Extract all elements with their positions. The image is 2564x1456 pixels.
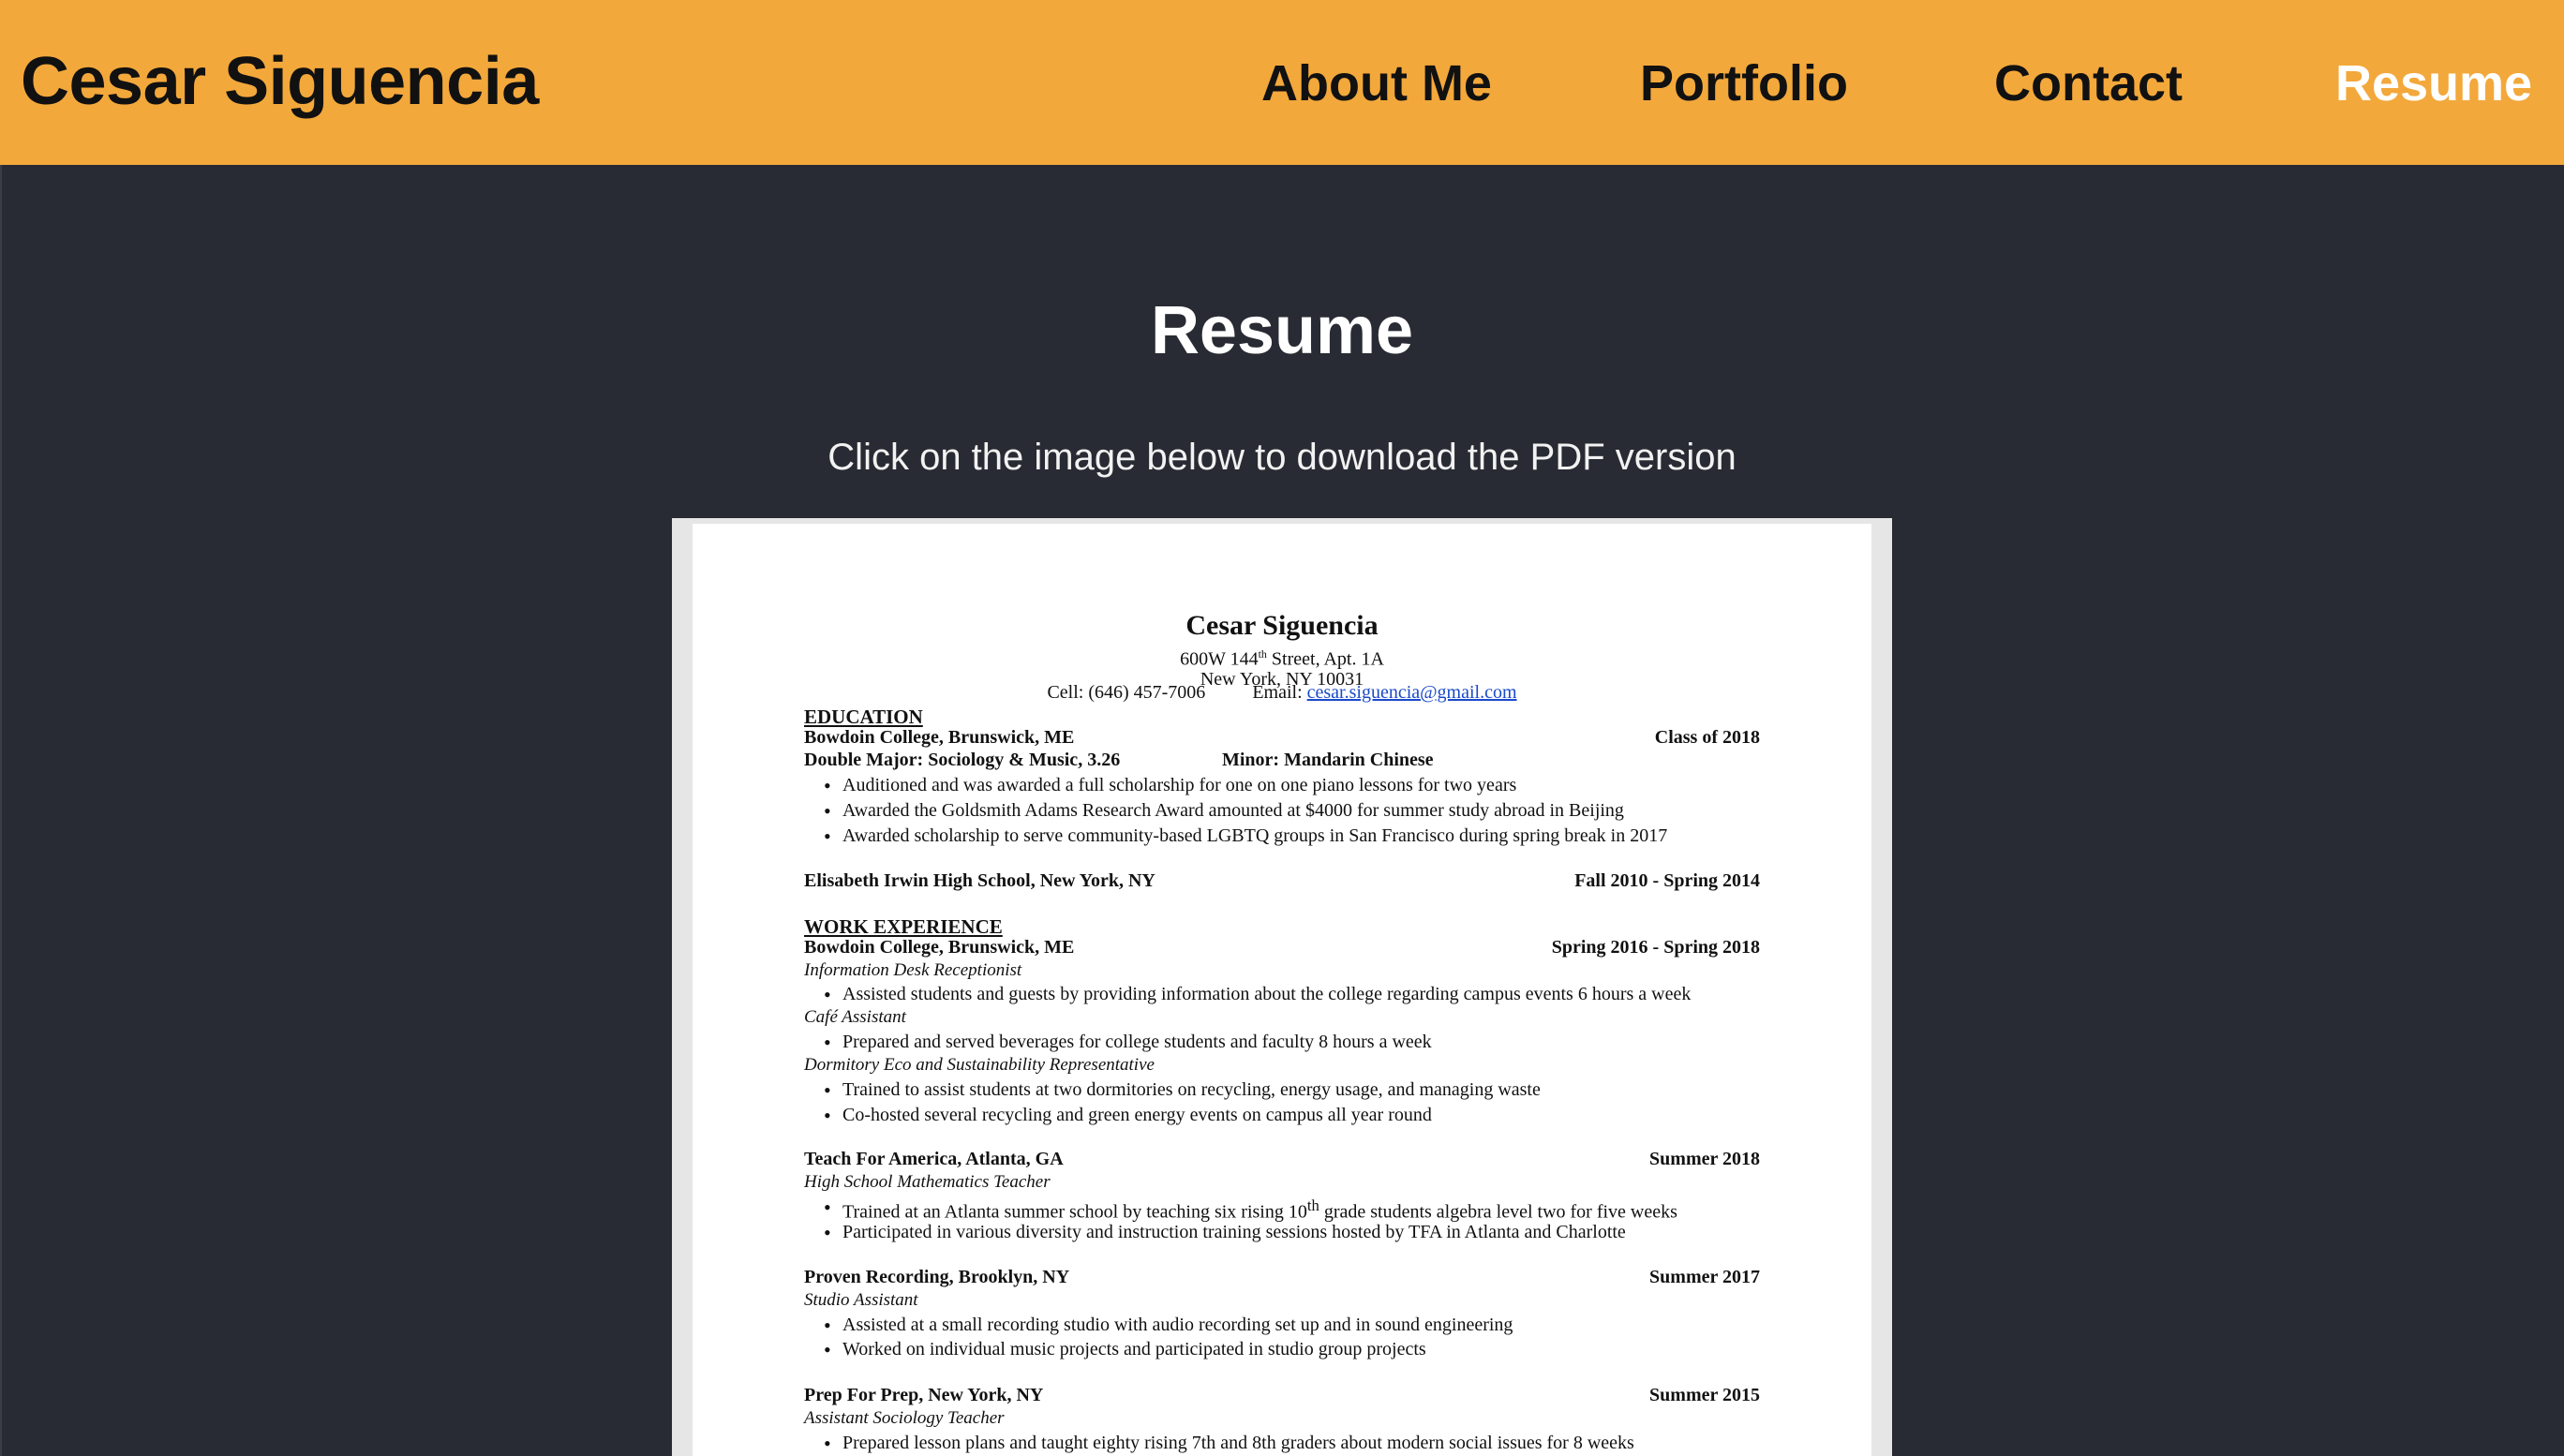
- resume-address-suffix: th: [1258, 647, 1267, 661]
- resume-email-label: Email:: [1252, 682, 1303, 703]
- resume-job2-bullet-suffix: th: [1306, 1196, 1319, 1214]
- resume-address-street: Street, Apt. 1A: [1266, 648, 1384, 670]
- resume-edu2-school: Elisabeth Irwin High School, New York, N…: [804, 870, 1155, 891]
- resume-job2-row: Teach For America, Atlanta, GA Summer 20…: [804, 1149, 1760, 1170]
- resume-job2-bullet: Participated in various diversity and in…: [824, 1221, 1626, 1245]
- resume-job3-row: Proven Recording, Brooklyn, NY Summer 20…: [804, 1267, 1760, 1288]
- resume-cell: Cell: (646) 457-7006: [1047, 682, 1206, 703]
- resume-edu1-major-row: Double Major: Sociology & Music, 3.26 Mi…: [804, 750, 1760, 771]
- resume-job4-role: Assistant Sociology Teacher: [804, 1408, 1005, 1428]
- resume-edu1-bullet: Awarded scholarship to serve community-b…: [824, 825, 1667, 849]
- resume-email-link[interactable]: cesar.siguencia@gmail.com: [1307, 682, 1517, 703]
- resume-job2-org: Teach For America, Atlanta, GA: [804, 1149, 1064, 1169]
- resume-edu1-school: Bowdoin College, Brunswick, ME: [804, 727, 1075, 748]
- nav-link-resume[interactable]: Resume: [2335, 54, 2532, 112]
- resume-job1-role3: Dormitory Eco and Sustainability Represe…: [804, 1055, 1155, 1075]
- resume-job3-org: Proven Recording, Brooklyn, NY: [804, 1267, 1070, 1287]
- resume-edu1-bullet: Awarded the Goldsmith Adams Research Awa…: [824, 799, 1624, 824]
- resume-edu1-major: Double Major: Sociology & Music, 3.26: [804, 750, 1121, 770]
- resume-edu2-row: Elisabeth Irwin High School, New York, N…: [804, 870, 1760, 892]
- resume-contact-line: Cell: (646) 457-7006 Email: cesar.siguenc…: [693, 682, 1871, 704]
- resume-job1-role1: Information Desk Receptionist: [804, 960, 1022, 980]
- resume-job2-bullet: Trained at an Atlanta summer school by t…: [824, 1196, 1677, 1224]
- resume-edu1-minor: Minor: Mandarin Chinese: [1222, 750, 1434, 770]
- resume-address-number: 600W 144: [1180, 648, 1259, 670]
- resume-job2-bullet-text: Trained at an Atlanta summer school by t…: [842, 1201, 1307, 1223]
- resume-education-heading: EDUCATION: [804, 706, 923, 728]
- resume-job2-bullet-text: grade students algebra level two for fiv…: [1319, 1201, 1677, 1223]
- page-title: Resume: [1150, 293, 1414, 368]
- resume-job3-bullet: Worked on individual music projects and …: [824, 1338, 1426, 1362]
- resume-job1-row: Bowdoin College, Brunswick, ME Spring 20…: [804, 937, 1760, 958]
- resume-job3-date: Summer 2017: [1649, 1267, 1760, 1287]
- resume-job4-date: Summer 2015: [1649, 1385, 1760, 1405]
- resume-job1-date: Spring 2016 - Spring 2018: [1551, 937, 1760, 958]
- resume-download-image[interactable]: Cesar Siguencia 600W 144th Street, Apt. …: [672, 518, 1892, 1456]
- nav-link-about-me[interactable]: About Me: [1261, 54, 1492, 112]
- resume-edu1-date: Class of 2018: [1654, 727, 1760, 748]
- nav-link-portfolio[interactable]: Portfolio: [1640, 54, 1848, 112]
- resume-work-heading: WORK EXPERIENCE: [804, 915, 1003, 938]
- resume-job3-bullet: Assisted at a small recording studio wit…: [824, 1314, 1513, 1338]
- resume-edu1-row: Bowdoin College, Brunswick, ME Class of …: [804, 727, 1760, 749]
- page-subtitle: Click on the image below to download the…: [827, 437, 1737, 478]
- resume-job2-role: High School Mathematics Teacher: [804, 1172, 1051, 1192]
- resume-job2-date: Summer 2018: [1649, 1149, 1760, 1169]
- resume-job1-role2: Café Assistant: [804, 1007, 906, 1027]
- resume-job4-row: Prep For Prep, New York, NY Summer 2015: [804, 1385, 1760, 1406]
- site-brand[interactable]: Cesar Siguencia: [21, 43, 539, 120]
- resume-job3-role: Studio Assistant: [804, 1290, 918, 1310]
- resume-job4-bullet: Prepared lesson plans and taught eighty …: [824, 1432, 1634, 1456]
- resume-job4-org: Prep For Prep, New York, NY: [804, 1385, 1044, 1405]
- resume-page: Cesar Siguencia 600W 144th Street, Apt. …: [693, 524, 1871, 1456]
- nav-link-contact[interactable]: Contact: [1994, 54, 2183, 112]
- resume-job1-org: Bowdoin College, Brunswick, ME: [804, 937, 1075, 958]
- resume-job1-role3-bullet: Co-hosted several recycling and green en…: [824, 1104, 1432, 1128]
- resume-job1-role3-bullet: Trained to assist students at two dormit…: [824, 1078, 1541, 1103]
- resume-address-line1: 600W 144th Street, Apt. 1A: [693, 647, 1871, 671]
- resume-edu2-date: Fall 2010 - Spring 2014: [1574, 870, 1760, 891]
- site-header: Cesar Siguencia About Me Portfolio Conta…: [0, 0, 2564, 165]
- resume-job1-role2-bullet: Prepared and served beverages for colleg…: [824, 1031, 1432, 1055]
- resume-job1-role1-bullet: Assisted students and guests by providin…: [824, 983, 1691, 1007]
- resume-name: Cesar Siguencia: [1185, 610, 1379, 641]
- resume-edu1-bullet: Auditioned and was awarded a full schola…: [824, 774, 1516, 798]
